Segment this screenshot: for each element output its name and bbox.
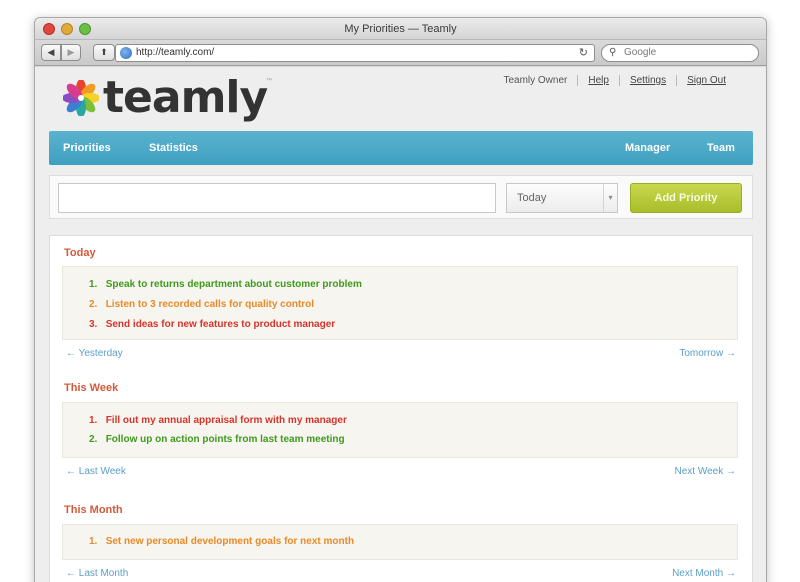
last-week-link[interactable]: ← Last Week <box>66 466 126 477</box>
search-placeholder: Google <box>624 47 657 58</box>
account-name: Teamly Owner <box>503 75 568 86</box>
settings-link[interactable]: Settings <box>618 75 676 86</box>
share-button[interactable]: ⬆ <box>93 44 115 61</box>
pinwheel-logo-icon <box>63 80 99 116</box>
nav-manager[interactable]: Manager <box>625 142 670 154</box>
next-week-link[interactable]: Next Week → <box>675 466 737 477</box>
last-month-link[interactable]: ← Last Month <box>66 568 128 579</box>
nav-statistics[interactable]: Statistics <box>149 142 198 154</box>
browser-search-field[interactable]: ⚲ Google <box>601 44 759 62</box>
help-link[interactable]: Help <box>577 75 619 86</box>
share-icon: ⬆ <box>100 47 108 57</box>
timeframe-selected-value: Today <box>517 192 547 204</box>
month-list: 1. Set new personal development goals fo… <box>62 524 738 560</box>
list-item[interactable]: 2. Follow up on action points from last … <box>89 434 345 445</box>
account-links: Teamly Owner Help Settings Sign Out <box>493 75 736 86</box>
reload-icon[interactable]: ↻ <box>579 45 588 61</box>
priority-input[interactable] <box>58 183 496 213</box>
forward-arrow-icon: ▶ <box>67 47 75 57</box>
back-button[interactable]: ◀ <box>41 44 61 61</box>
list-item[interactable]: 1. Fill out my annual appraisal form wit… <box>89 415 347 426</box>
address-text: http://teamly.com/ <box>136 47 215 58</box>
list-item[interactable]: 3. Send ideas for new features to produc… <box>89 319 335 330</box>
tomorrow-link[interactable]: Tomorrow → <box>679 348 736 359</box>
forward-button[interactable]: ▶ <box>61 44 81 61</box>
next-month-link[interactable]: Next Month → <box>672 568 736 579</box>
web-page: teamly ™ Teamly Owner Help Settings Sign Ou… <box>35 67 766 582</box>
yesterday-link[interactable]: ← Yesterday <box>66 348 123 359</box>
address-bar[interactable]: http://teamly.com/ ↻ <box>115 44 595 62</box>
sign-out-link[interactable]: Sign Out <box>676 75 736 86</box>
search-icon: ⚲ <box>609 47 617 58</box>
title-bar: My Priorities — Teamly <box>35 18 766 40</box>
globe-icon <box>120 47 132 59</box>
window-title: My Priorities — Teamly <box>344 23 457 35</box>
list-item[interactable]: 1. Speak to returns department about cus… <box>89 279 362 290</box>
browser-toolbar: ◀ ▶ ⬆ http://teamly.com/ ↻ ⚲ Google <box>35 40 766 66</box>
main-navigation: Priorities Statistics Manager Team <box>49 131 753 165</box>
section-title-month: This Month <box>64 504 123 516</box>
week-list: 1. Fill out my annual appraisal form wit… <box>62 402 738 458</box>
browser-window: My Priorities — Teamly ◀ ▶ ⬆ http://team… <box>34 17 767 582</box>
nav-priorities[interactable]: Priorities <box>63 142 111 154</box>
priorities-list-panel: Today 1. Speak to returns department abo… <box>49 235 753 582</box>
list-item[interactable]: 2. Listen to 3 recorded calls for qualit… <box>89 299 314 310</box>
today-list: 1. Speak to returns department about cus… <box>62 266 738 340</box>
list-item[interactable]: 1. Set new personal development goals fo… <box>89 536 354 547</box>
back-arrow-icon: ◀ <box>47 47 55 57</box>
chevron-down-icon: ▾ <box>603 184 617 212</box>
logo-wordmark: teamly <box>103 72 268 123</box>
trademark-mark: ™ <box>266 78 272 84</box>
add-priority-panel: Today ▾ Add Priority <box>49 175 753 219</box>
nav-team[interactable]: Team <box>707 142 735 154</box>
timeframe-select[interactable]: Today ▾ <box>506 183 618 213</box>
section-title-week: This Week <box>64 382 119 394</box>
add-priority-button[interactable]: Add Priority <box>630 183 742 213</box>
section-title-today: Today <box>64 247 96 259</box>
